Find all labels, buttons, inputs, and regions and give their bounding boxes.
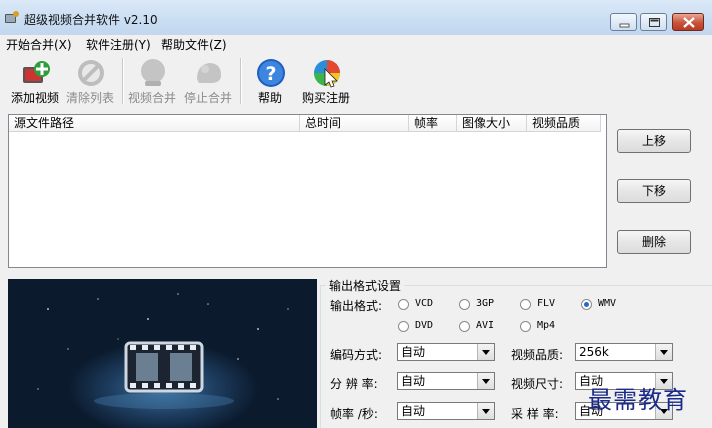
format-label-dvd: DVD	[415, 320, 434, 331]
merge-icon	[141, 59, 165, 86]
stop-icon	[197, 63, 221, 83]
help-icon: ?	[257, 59, 285, 87]
format-label-3gp: 3GP	[476, 298, 495, 309]
menu-register[interactable]: 软件注册(Y)	[86, 36, 151, 53]
window-title: 超级视频合并软件 v2.10	[24, 13, 158, 27]
stop-merge-label: 停止合并	[183, 91, 232, 105]
format-label-mp4: Mp4	[537, 320, 556, 331]
stop-merge-button[interactable]: 停止合并	[178, 54, 238, 108]
file-list[interactable]: 源文件路径 总时间 帧率 图像大小 视频品质	[8, 114, 607, 268]
help-button[interactable]: ? 帮助	[240, 54, 300, 108]
format-label-avi: AVI	[476, 320, 495, 331]
framerate-label: 帧率 /秒:	[330, 407, 378, 421]
format-radio-dvd[interactable]	[398, 321, 409, 332]
column-header-image-size[interactable]: 图像大小	[457, 115, 527, 132]
menu-help-file[interactable]: 帮助文件(Z)	[161, 36, 227, 53]
format-radio-mp4[interactable]	[520, 321, 531, 332]
title-bar[interactable]: 超级视频合并软件 v2.10	[0, 0, 712, 36]
buy-register-button[interactable]: 购买注册	[296, 54, 356, 108]
format-radio-wmv[interactable]	[581, 299, 592, 310]
clear-icon	[78, 60, 104, 86]
format-label-wmv: WMV	[598, 298, 617, 309]
column-header-framerate[interactable]: 帧率	[409, 115, 457, 132]
maximize-button[interactable]	[640, 13, 667, 31]
chevron-down-icon	[477, 344, 494, 360]
minimize-icon	[619, 23, 630, 28]
format-label-vcd: VCD	[415, 298, 434, 309]
menu-start-merge[interactable]: 开始合并(X)	[6, 36, 72, 53]
add-video-label: 添加视频	[10, 91, 59, 105]
format-radio-flv[interactable]	[520, 299, 531, 310]
framerate-value: 自动	[401, 404, 426, 418]
resolution-select[interactable]: 自动	[397, 372, 495, 390]
column-header-path[interactable]: 源文件路径	[9, 115, 300, 132]
column-header-quality[interactable]: 视频品质	[527, 115, 601, 132]
samplerate-label: 采 样 率:	[511, 407, 559, 421]
add-video-icon	[23, 61, 50, 83]
format-label-flv: FLV	[537, 298, 556, 309]
column-header-duration[interactable]: 总时间	[300, 115, 409, 132]
quality-value: 256k	[579, 345, 609, 359]
framerate-select[interactable]: 自动	[397, 402, 495, 420]
resolution-value: 自动	[401, 374, 426, 388]
move-up-button[interactable]: 上移	[617, 129, 691, 153]
format-radio-vcd[interactable]	[398, 299, 409, 310]
film-logo-icon	[37, 293, 289, 409]
quality-select[interactable]: 256k	[575, 343, 673, 361]
merge-video-label: 视频合并	[127, 91, 176, 105]
menu-bar: 开始合并(X) 软件注册(Y) 帮助文件(Z)	[0, 35, 712, 53]
toolbar: 添加视频 清除列表 视频合并 停止合并 ? 帮助 购买注册	[0, 54, 712, 110]
app-icon	[5, 11, 19, 23]
svg-text:?: ?	[265, 63, 276, 85]
delete-button[interactable]: 删除	[617, 230, 691, 254]
chevron-down-icon	[477, 403, 494, 419]
close-button[interactable]	[672, 13, 704, 31]
minimize-button[interactable]	[610, 13, 637, 31]
move-down-button[interactable]: 下移	[617, 179, 691, 203]
watermark: 最需教育	[588, 386, 688, 414]
format-radio-avi[interactable]	[459, 321, 470, 332]
clear-list-button[interactable]: 清除列表	[60, 54, 120, 108]
buy-register-label: 购买注册	[301, 91, 350, 105]
merge-video-button[interactable]: 视频合并	[122, 54, 182, 108]
app-window: 超级视频合并软件 v2.10 开始合并(X) 软件注册(Y) 帮助文件(Z) 添…	[0, 0, 712, 428]
resolution-label: 分 辨 率:	[330, 377, 378, 391]
video-preview	[8, 279, 317, 428]
output-settings-title: 输出格式设置	[326, 277, 405, 294]
clear-list-label: 清除列表	[65, 91, 114, 105]
chevron-down-icon	[477, 373, 494, 389]
quality-label: 视频品质:	[511, 348, 564, 362]
maximize-icon	[649, 18, 660, 27]
encoding-select[interactable]: 自动	[397, 343, 495, 361]
output-format-label: 输出格式:	[330, 299, 383, 313]
encoding-value: 自动	[401, 345, 426, 359]
chevron-down-icon	[655, 344, 672, 360]
close-icon	[683, 17, 695, 28]
add-video-button[interactable]: 添加视频	[5, 54, 65, 108]
help-label: 帮助	[257, 91, 282, 105]
encoding-label: 编码方式:	[330, 348, 383, 362]
buy-register-icon	[314, 60, 340, 88]
format-radio-3gp[interactable]	[459, 299, 470, 310]
video-size-label: 视频尺寸:	[511, 377, 564, 391]
